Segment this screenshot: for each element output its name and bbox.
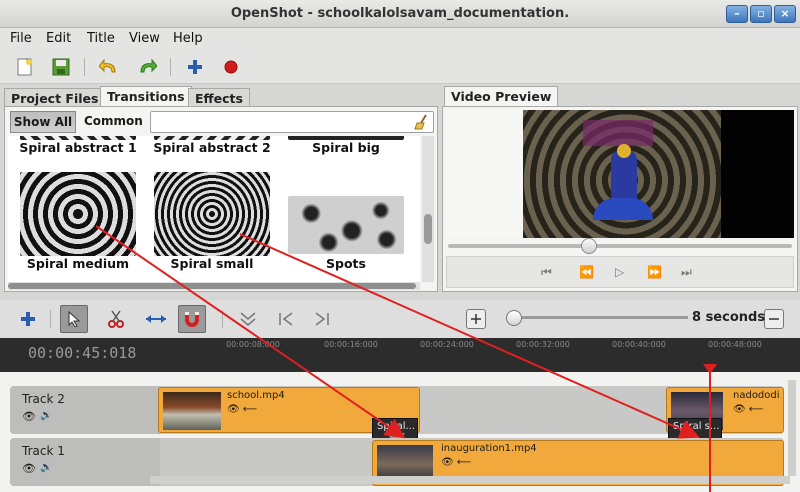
video-letterbox (721, 110, 794, 238)
new-project-icon[interactable] (14, 56, 36, 78)
ruler-tick-label: 00:00:24:000 (420, 340, 474, 349)
save-project-icon[interactable] (50, 56, 72, 78)
track-name: Track 2 (22, 392, 65, 406)
transition-label[interactable]: Spots (281, 256, 411, 271)
play-icon[interactable]: ▷ (615, 265, 624, 279)
menu-bar: File Edit Title View Help (0, 28, 800, 50)
marker-icon[interactable] (234, 305, 262, 333)
clip-thumbnail (163, 392, 221, 430)
transport-controls: ⏮ ⏪ ▷ ⏩ ⏭ (446, 256, 794, 288)
zoom-slider-handle[interactable] (506, 310, 522, 326)
seek-handle[interactable] (581, 238, 597, 254)
transition-thumb-spiral-small[interactable] (154, 172, 270, 256)
tab-transitions[interactable]: Transitions (100, 86, 192, 108)
timecode-display: 00:00:45:018 (28, 344, 137, 362)
tab-video-preview[interactable]: Video Preview (444, 86, 559, 108)
add-track-icon[interactable] (14, 305, 42, 333)
transition-thumb-spiral-medium[interactable] (20, 172, 136, 256)
jump-end-icon[interactable] (308, 305, 336, 333)
transition-clip-label: Spiral... (377, 421, 416, 432)
menu-file[interactable]: File (10, 31, 32, 46)
visible-icon[interactable]: 👁 (22, 410, 36, 423)
zoom-out-icon[interactable] (764, 309, 784, 329)
track-row[interactable]: Track 2 👁 🔊 school.mp4 👁 ⟵ nadododi 👁 ⟵ … (10, 386, 784, 452)
transitions-hscroll[interactable] (8, 282, 420, 290)
seek-bar[interactable] (448, 244, 792, 248)
transition-label[interactable]: Spiral medium (13, 256, 143, 271)
broom-icon[interactable] (413, 114, 429, 130)
visible-icon[interactable]: 👁 ⟵ (227, 404, 257, 415)
clip-label: inauguration1.mp4 (441, 443, 537, 454)
scroll-knob[interactable] (424, 214, 432, 244)
jump-start-icon[interactable] (272, 305, 300, 333)
zoom-label: 8 seconds (692, 310, 766, 325)
toolbar-separator (170, 58, 171, 76)
timeline-toolbar (0, 300, 800, 338)
minimize-button[interactable]: – (726, 5, 748, 23)
toolbar-separator (50, 310, 51, 328)
select-arrow-icon[interactable] (60, 305, 88, 333)
visible-icon[interactable]: 👁 ⟵ (733, 404, 763, 415)
audio-icon[interactable]: 🔊 (40, 410, 52, 421)
toolbar-separator (84, 58, 85, 76)
transition-label[interactable]: Spiral abstract 1 (13, 140, 143, 155)
transition-label[interactable]: Spiral small (147, 256, 277, 271)
import-icon[interactable] (184, 56, 206, 78)
toolbar-separator (222, 310, 223, 328)
transition-label[interactable]: Spiral big (281, 140, 411, 155)
menu-title[interactable]: Title (87, 31, 115, 46)
filter-bar: Show All Common (8, 110, 434, 134)
tab-project-files[interactable]: Project Files (4, 88, 106, 108)
common-filter-label[interactable]: Common (84, 114, 143, 128)
transition-label[interactable]: Spiral abstract 2 (147, 140, 277, 155)
timeline-ruler[interactable]: 00:00:45:018 00:00:08:000 00:00:16:000 0… (0, 338, 800, 372)
tracks-hscroll[interactable] (150, 476, 790, 484)
menu-view[interactable]: View (129, 31, 160, 46)
resize-icon[interactable] (142, 305, 170, 333)
search-input[interactable] (150, 111, 434, 133)
razor-icon[interactable] (102, 305, 130, 333)
undo-icon[interactable] (98, 56, 120, 78)
snap-icon[interactable] (178, 305, 206, 333)
ruler-tick-label: 00:00:16:000 (324, 340, 378, 349)
ruler-tick-label: 00:00:48:000 (708, 340, 762, 349)
menu-help[interactable]: Help (173, 31, 203, 46)
ruler-tick-label: 00:00:40:000 (612, 340, 666, 349)
jump-start-icon[interactable]: ⏮ (541, 265, 552, 280)
timeline-tracks: Track 2 👁 🔊 school.mp4 👁 ⟵ nadododi 👁 ⟵ … (0, 372, 800, 492)
fast-forward-icon[interactable]: ⏩ (647, 265, 662, 279)
video-frame (523, 110, 721, 238)
tab-effects[interactable]: Effects (188, 88, 250, 108)
tracks-vscroll[interactable] (788, 380, 796, 476)
show-all-button[interactable]: Show All (10, 111, 76, 133)
visible-icon[interactable]: 👁 ⟵ (441, 457, 471, 468)
clip-label: nadododi (733, 390, 780, 401)
rewind-icon[interactable]: ⏪ (579, 265, 594, 279)
track-header: Track 1 👁 🔊 (10, 438, 160, 486)
jump-end-icon[interactable]: ⏭ (681, 265, 692, 280)
scroll-knob[interactable] (8, 283, 416, 289)
menu-edit[interactable]: Edit (46, 31, 71, 46)
transitions-grid: Spiral abstract 1 Spiral abstract 2 Spir… (8, 136, 420, 282)
playhead[interactable] (700, 364, 720, 492)
zoom-in-icon[interactable] (466, 309, 486, 329)
audio-icon[interactable]: 🔊 (40, 462, 52, 473)
redo-icon[interactable] (136, 56, 158, 78)
visible-icon[interactable]: 👁 (22, 462, 36, 475)
ruler-tick-label: 00:00:32:000 (516, 340, 570, 349)
main-toolbar (0, 50, 800, 84)
window-title: OpenShot - schoolkalolsavam_documentatio… (230, 6, 570, 21)
record-icon[interactable] (220, 56, 242, 78)
title-bar: OpenShot - schoolkalolsavam_documentatio… (0, 0, 800, 28)
maximize-button[interactable]: ▫ (750, 5, 772, 23)
zoom-slider[interactable] (508, 316, 688, 319)
clip-label: school.mp4 (227, 390, 285, 401)
transition-thumb-spots[interactable] (288, 196, 404, 254)
ruler-tick-label: 00:00:08:000 (226, 340, 280, 349)
track-name: Track 1 (22, 444, 65, 458)
close-button[interactable]: × (774, 5, 796, 23)
transitions-vscroll[interactable] (422, 136, 434, 282)
track-header: Track 2 👁 🔊 (10, 386, 160, 434)
